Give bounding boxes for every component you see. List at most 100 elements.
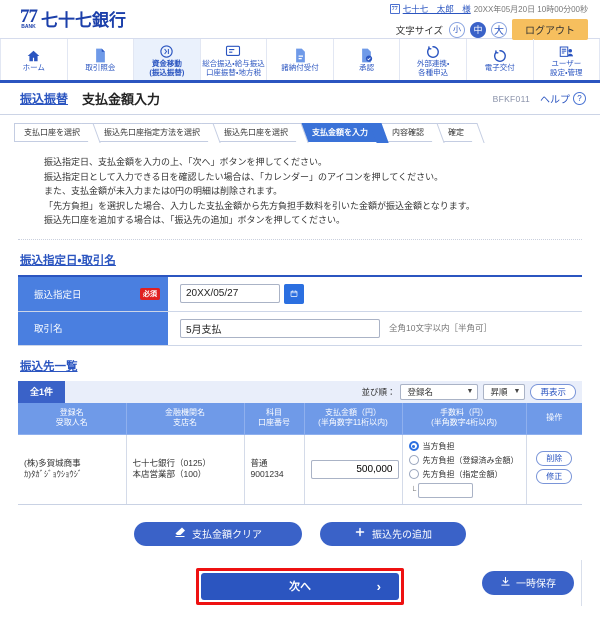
instruction-block: 振込指定日、支払金額を入力の上、「次へ」ボタンを押してください。 振込指定日とし… — [18, 150, 582, 240]
help-label: ヘルプ — [540, 95, 570, 106]
step-select-transfer-account[interactable]: 振込先口座を選択 — [211, 123, 299, 142]
radio-icon-specified[interactable] — [408, 469, 419, 479]
temporary-save-label: 一時保存 — [516, 579, 556, 590]
transaction-name-input[interactable] — [180, 318, 380, 338]
step-select-payment-account[interactable]: 支払口座を選択 — [14, 123, 91, 142]
col-bank-name: 金融機関名 支店名 — [126, 402, 245, 435]
transaction-name-label: 取引名 — [34, 324, 63, 335]
calendar-button[interactable] — [284, 283, 304, 304]
col-account-type: 科目 口座番号 — [244, 402, 305, 435]
sort-order-select[interactable]: 昇順 ▼ — [483, 383, 526, 400]
logo-mark-sub: BANK — [21, 24, 36, 30]
col-line1: 登録名 — [59, 407, 84, 417]
cell-amount — [304, 434, 403, 505]
fee-option-registered[interactable]: 先方負担（登録済み金額） — [408, 455, 520, 466]
nav-item-user-settings[interactable]: ユーザー 設定・管理 — [534, 39, 600, 80]
radio-icon-registered[interactable] — [408, 455, 419, 465]
payment-amount-input[interactable] — [310, 459, 399, 479]
instruction-line-1: 振込指定日、支払金額を入力の上、「次へ」ボタンを押してください。 — [44, 157, 327, 167]
nav-label-payment-reception: 諸納付受付 — [281, 63, 319, 73]
delete-row-button[interactable]: 削除 — [536, 451, 573, 466]
nav-label-line2: 各種申込 — [418, 67, 449, 77]
col-fee: 手数料（円） (半角数字4桁以内) — [402, 402, 527, 435]
payee-table: 登録名 受取人名 金融機関名 支店名 科目 口座番号 支払金額（円） (半角数字… — [18, 402, 582, 505]
bank-logo: 77 BANK 七十七銀行 — [20, 7, 126, 30]
temporary-save-button[interactable]: 一時保存 — [482, 570, 574, 595]
transfer-date-label: 振込指定日 — [34, 289, 82, 301]
edelivery-icon — [493, 48, 507, 63]
fee-custom-input[interactable] — [418, 482, 474, 498]
breadcrumb-category[interactable]: 振込振替 — [20, 90, 68, 107]
nav-item-batch-transfer[interactable]: 総合振込・給与振込 口座振替・地方税 — [201, 39, 268, 80]
form-row-transfer-date: 振込指定日 必須 — [18, 276, 582, 311]
nav-item-payment-reception[interactable]: 諸納付受付 — [267, 39, 334, 80]
nav-label-line2: (振込振替) — [149, 67, 185, 77]
text-size-medium-button[interactable]: 中 — [470, 21, 486, 38]
footer-divider — [581, 559, 582, 606]
sort-label: 並び順： — [361, 386, 396, 397]
edit-row-button[interactable]: 修正 — [536, 469, 573, 484]
redisplay-button[interactable]: 再表示 — [530, 383, 576, 400]
col-line1: 手数料（円） — [440, 407, 488, 417]
user-badge-icon: 77 — [389, 4, 400, 14]
col-line2: (半角数字11桁以内) — [318, 418, 388, 427]
fee-option-specified[interactable]: 先方負担（指定金額） — [408, 469, 520, 480]
eraser-icon — [174, 526, 186, 541]
fee-option-registered-label: 先方負担（登録済み金額） — [422, 455, 519, 465]
approve-icon — [360, 48, 373, 63]
fee-option-own[interactable]: 当方負担 — [408, 441, 520, 452]
nav-label-batch-transfer: 総合振込・給与振込 口座振替・地方税 — [202, 59, 265, 77]
text-size-small-button[interactable]: 小 — [449, 21, 465, 38]
header-right: 77 七十七 太郎 様 20XX年05月20日 10時00分00秒 文字サイズ … — [389, 3, 588, 40]
col-line2: 支店名 — [173, 418, 197, 427]
sort-key-select[interactable]: 登録名 ▼ — [400, 383, 479, 400]
logo-mark-icon: 77 BANK — [20, 7, 38, 30]
footer-action-bar: 次へ › 一時保存 — [18, 559, 582, 606]
text-size-label: 文字サイズ — [395, 25, 443, 37]
nav-item-external-link[interactable]: 外部連携・ 各種申込 — [400, 39, 467, 80]
chevron-down-icon: ▼ — [466, 388, 474, 395]
record-count-badge: 全1件 — [18, 380, 66, 403]
col-payment-amount: 支払金額（円） (半角数字11桁以内) — [304, 402, 403, 435]
radio-icon-own[interactable] — [408, 441, 419, 451]
clear-amount-button[interactable]: 支払金額クリア — [134, 521, 302, 546]
help-link[interactable]: ヘルプ ? — [540, 91, 586, 106]
transfer-date-input[interactable] — [180, 284, 280, 303]
nav-label-approval: 承認 — [359, 63, 375, 73]
nav-item-edelivery[interactable]: 電子交付 — [467, 39, 534, 80]
home-icon — [26, 48, 41, 63]
logout-button[interactable]: ログアウト — [512, 19, 588, 40]
next-button[interactable]: 次へ › — [201, 572, 399, 600]
nav-label-line2: 設定・管理 — [550, 67, 583, 77]
nav-label-edelivery: 電子交付 — [484, 63, 515, 73]
name-input-group: 全角10文字以内［半角可］ — [180, 318, 574, 338]
nav-item-home[interactable]: ホーム — [0, 39, 68, 80]
sort-controls: 並び順： 登録名 ▼ 昇順 ▼ 再表示 — [361, 383, 582, 400]
text-size-large-button[interactable]: 大 — [491, 21, 507, 38]
col-line1: 支払金額（円） — [325, 407, 381, 417]
page-root: 77 BANK 七十七銀行 77 七十七 太郎 様 20XX年05月20日 10… — [0, 0, 600, 633]
add-payee-button[interactable]: 振込先の追加 — [320, 521, 466, 546]
step-indicator: 支払口座を選択 振込先口座指定方法を選択 振込先口座を選択 支払金額を入力 内容… — [0, 115, 600, 150]
nav-item-approval[interactable]: 承認 — [334, 39, 401, 80]
step-enter-amount[interactable]: 支払金額を入力 — [299, 123, 379, 142]
account-number: 9001234 — [250, 469, 284, 479]
payment-icon — [294, 48, 307, 63]
payee-list-section-title: 振込先一覧 — [20, 360, 78, 373]
plus-icon — [354, 526, 366, 541]
nav-item-fund-transfer[interactable]: 資金移動 (振込振替) — [134, 39, 201, 80]
transaction-name-label-cell: 取引名 — [18, 311, 168, 345]
col-registered-name: 登録名 受取人名 — [18, 402, 127, 435]
main-navigation: ホーム 取引照会 資金移動 (振込振替) 総合振込・給与振込 口座振替・地方税 — [0, 38, 600, 83]
nav-label-external-link: 外部連携・ 各種申込 — [417, 59, 450, 77]
help-icon: ? — [573, 92, 586, 105]
next-button-highlight: 次へ › — [196, 567, 404, 605]
nav-item-inquiry[interactable]: 取引照会 — [68, 39, 135, 80]
step-select-transfer-method[interactable]: 振込先口座指定方法を選択 — [91, 123, 211, 142]
download-icon — [500, 576, 511, 590]
payee-table-header-row: 登録名 受取人名 金融機関名 支店名 科目 口座番号 支払金額（円） (半角数字… — [18, 402, 582, 435]
instruction-line-3: また、支払金額が未入力または0円の明細は削除されます。 — [44, 186, 283, 196]
chevron-right-icon: › — [376, 578, 381, 594]
transfer-date-section: 振込指定日・取引名 振込指定日 必須 20XX/05/27 取引名 5月支払 全… — [18, 240, 582, 346]
clear-amount-label: 支払金額クリア — [192, 530, 262, 541]
